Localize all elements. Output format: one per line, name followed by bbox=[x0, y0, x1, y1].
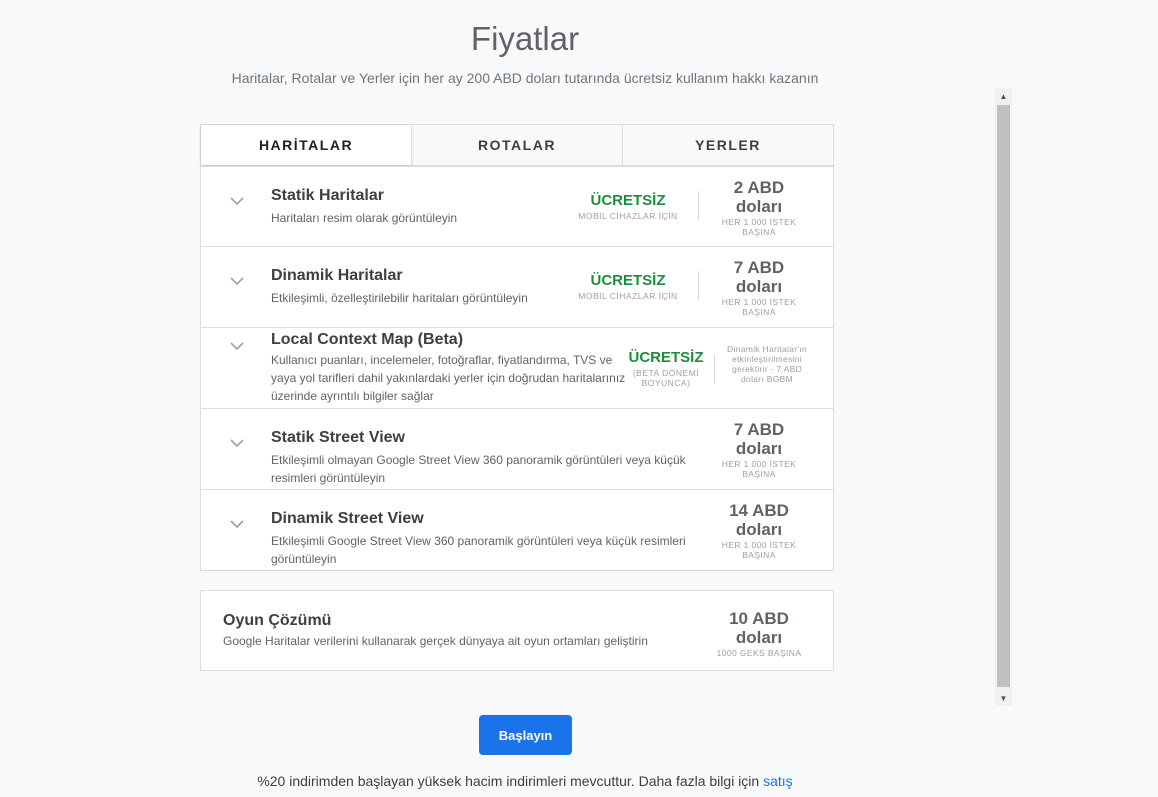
price-block: 7 ABD doları HER 1.000 İSTEK BAŞINA bbox=[711, 258, 807, 317]
free-note: (BETA DÖNEMİ BOYUNCA) bbox=[632, 368, 700, 388]
footer-note: %20 indirimden başlayan yüksek hacim ind… bbox=[0, 773, 1050, 789]
chevron-down-icon[interactable] bbox=[229, 193, 245, 209]
pricing-note: Dinamik Haritalar'ın etkinleştirilmesini… bbox=[727, 344, 807, 384]
price-amount: 7 ABD doları bbox=[733, 420, 785, 458]
price-amount: 2 ABD doları bbox=[733, 178, 785, 216]
product-name: Local Context Map (Beta) bbox=[271, 331, 464, 348]
price-amount: 10 ABD doları bbox=[729, 609, 789, 647]
product-name: Dinamik Haritalar bbox=[271, 267, 403, 284]
chevron-down-icon[interactable] bbox=[229, 338, 245, 354]
price-unit: 1000 GEKS BAŞINA bbox=[716, 648, 802, 658]
free-badge: ÜCRETSİZ (BETA DÖNEMİ BOYUNCA) bbox=[625, 349, 707, 388]
product-row-static-street-view[interactable]: Statik Street View Etkileşimli olmayan G… bbox=[200, 409, 834, 490]
chevron-down-icon[interactable] bbox=[229, 273, 245, 289]
scroll-down-icon[interactable]: ▼ bbox=[995, 690, 1012, 706]
product-description: Etkileşimli Google Street View 360 panor… bbox=[271, 534, 686, 566]
product-name: Statik Haritalar bbox=[271, 187, 384, 204]
free-note: MOBİL CİHAZLAR İÇİN bbox=[578, 211, 678, 221]
free-note: MOBİL CİHAZLAR İÇİN bbox=[578, 291, 678, 301]
product-row-local-context-map[interactable]: Local Context Map (Beta) Kullanıcı puanl… bbox=[200, 328, 834, 409]
price-block: 14 ABD doları HER 1.000 İSTEK BAŞINA bbox=[711, 501, 807, 560]
free-badge: ÜCRETSİZ MOBİL CİHAZLAR İÇİN bbox=[573, 272, 683, 301]
free-badge: ÜCRETSİZ MOBİL CİHAZLAR İÇİN bbox=[573, 192, 683, 221]
price-block: 7 ABD doları HER 1.000 İSTEK BAŞINA bbox=[711, 420, 807, 479]
price-amount: 14 ABD doları bbox=[729, 501, 789, 539]
price-block: 10 ABD doları 1000 GEKS BAŞINA bbox=[711, 609, 807, 658]
free-label: ÜCRETSİZ bbox=[590, 192, 666, 209]
product-name: Dinamik Street View bbox=[271, 510, 424, 527]
product-row-static-maps[interactable]: Statik Haritalar Haritaları resim olarak… bbox=[200, 166, 834, 247]
free-label: ÜCRETSİZ bbox=[628, 349, 704, 366]
page-title: Fiyatlar bbox=[470, 20, 580, 57]
product-row-dynamic-maps[interactable]: Dinamik Haritalar Etkileşimli, özelleşti… bbox=[200, 247, 834, 328]
product-description: Google Haritalar verilerini kullanarak g… bbox=[223, 634, 648, 648]
price-block: 2 ABD doları HER 1.000 İSTEK BAŞINA bbox=[711, 178, 807, 237]
divider bbox=[698, 191, 699, 221]
product-name: Oyun Çözümü bbox=[223, 612, 332, 629]
price-unit: HER 1.000 İSTEK BAŞINA bbox=[721, 459, 797, 479]
page-subtitle: Haritalar, Rotalar ve Yerler için her ay… bbox=[231, 70, 819, 86]
product-description: Etkileşimli olmayan Google Street View 3… bbox=[271, 453, 686, 485]
tab-rotalar[interactable]: ROTALAR bbox=[411, 125, 622, 165]
product-tabs: HARİTALAR ROTALAR YERLER bbox=[200, 124, 834, 166]
chevron-down-icon[interactable] bbox=[229, 516, 245, 532]
divider bbox=[714, 354, 715, 384]
product-card-gaming: Oyun Çözümü Google Haritalar verilerini … bbox=[200, 590, 834, 671]
footer-text: %20 indirimden başlayan yüksek hacim ind… bbox=[257, 773, 764, 789]
scrollbar[interactable]: ▲ ▼ bbox=[995, 88, 1012, 706]
divider bbox=[698, 271, 699, 301]
price-unit: HER 1.000 İSTEK BAŞINA bbox=[721, 297, 797, 317]
sales-link[interactable]: satış bbox=[763, 773, 793, 789]
scrollbar-thumb[interactable] bbox=[997, 105, 1010, 687]
price-unit: HER 1.000 İSTEK BAŞINA bbox=[721, 540, 797, 560]
product-description: Kullanıcı puanları, incelemeler, fotoğra… bbox=[271, 353, 626, 403]
get-started-button[interactable]: Başlayın bbox=[479, 715, 572, 755]
chevron-down-icon[interactable] bbox=[229, 435, 245, 451]
product-name: Statik Street View bbox=[271, 429, 405, 446]
scroll-up-icon[interactable]: ▲ bbox=[995, 88, 1012, 104]
product-row-dynamic-street-view[interactable]: Dinamik Street View Etkileşimli Google S… bbox=[200, 490, 834, 571]
tab-yerler[interactable]: YERLER bbox=[622, 125, 833, 165]
product-list: Statik Haritalar Haritaları resim olarak… bbox=[200, 166, 834, 571]
free-label: ÜCRETSİZ bbox=[590, 272, 666, 289]
price-unit: HER 1.000 İSTEK BAŞINA bbox=[721, 217, 797, 237]
tab-haritalar[interactable]: HARİTALAR bbox=[201, 125, 411, 165]
price-amount: 7 ABD doları bbox=[733, 258, 785, 296]
